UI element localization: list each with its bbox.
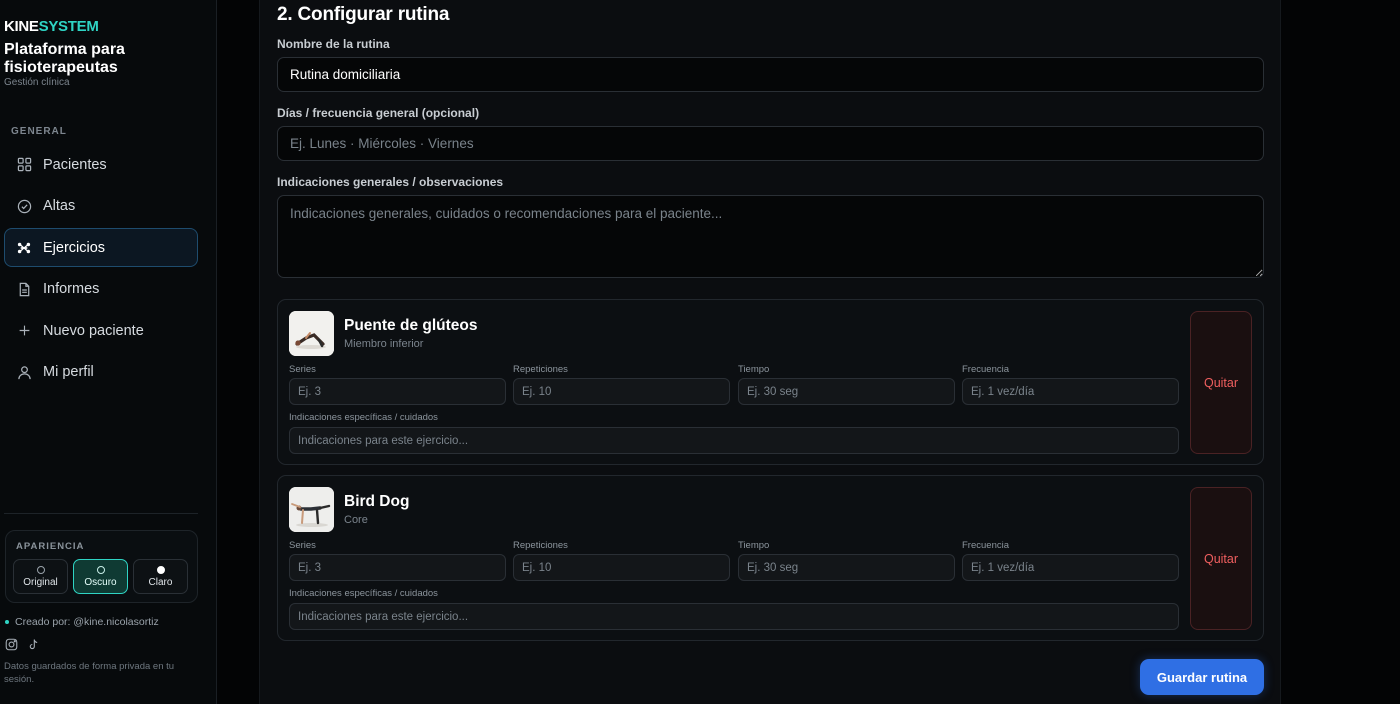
app-subtitle: Gestión clínica [4, 77, 70, 88]
series-label: Series [289, 364, 316, 375]
time-input[interactable] [738, 554, 955, 581]
exercise-card: Bird Dog Core Series Repeticiones Tiempo… [277, 475, 1264, 641]
reps-label: Repeticiones [513, 540, 568, 551]
app-title: Plataforma para fisioterapeutas [4, 41, 125, 76]
theme-option-label: Original [23, 576, 58, 588]
theme-option-label: Claro [148, 576, 173, 588]
frequency-input[interactable] [962, 378, 1179, 405]
user-icon [16, 364, 32, 380]
status-dot-icon [5, 620, 9, 624]
main-panel: 2. Configurar rutina Nombre de la rutina… [259, 0, 1281, 704]
brand-part-a: KINE [4, 18, 39, 35]
sidebar-nav: Pacientes Altas Ejercicios Informes Nuev… [4, 145, 198, 395]
sidebar-item-informes[interactable]: Informes [4, 270, 198, 309]
frequency-label: Frecuencia [962, 364, 1009, 375]
series-input[interactable] [289, 378, 506, 405]
page-title: 2. Configurar rutina [277, 4, 450, 25]
theme-dot-icon [36, 565, 45, 574]
theme-oscuro-button[interactable]: Oscuro [73, 559, 128, 594]
reps-label: Repeticiones [513, 364, 568, 375]
brand-part-b: SYSTEM [38, 18, 99, 35]
specific-notes-label: Indicaciones específicas / cuidados [289, 412, 438, 423]
exercise-category: Core [344, 514, 368, 526]
exercise-icon [16, 240, 32, 256]
time-label: Tiempo [738, 540, 770, 551]
notes-label: Indicaciones generales / observaciones [277, 175, 504, 189]
reps-input[interactable] [513, 378, 730, 405]
privacy-note: Datos guardados de forma privada en tu s… [4, 661, 175, 685]
exercise-category: Miembro inferior [344, 338, 424, 350]
notes-textarea[interactable] [277, 195, 1264, 278]
sidebar: KINESYSTEM Plataforma para fisioterapeut… [0, 0, 217, 704]
exercise-card: Puente de glúteos Miembro inferior Serie… [277, 299, 1264, 465]
series-input[interactable] [289, 554, 506, 581]
reps-input[interactable] [513, 554, 730, 581]
sidebar-item-label: Informes [43, 281, 100, 298]
frequency-label: Días / frecuencia general (opcional) [277, 106, 480, 120]
theme-switcher: Original Oscuro Claro [13, 559, 188, 594]
frequency-input[interactable] [277, 126, 1264, 161]
theme-option-label: Oscuro [84, 576, 117, 588]
credit-text: Creado por: @kine.nicolasortiz [15, 616, 159, 628]
sidebar-divider [4, 513, 198, 514]
time-label: Tiempo [738, 364, 770, 375]
sidebar-item-ejercicios[interactable]: Ejercicios [4, 228, 198, 268]
exercise-name: Bird Dog [344, 493, 410, 510]
sidebar-item-label: Nuevo paciente [43, 322, 144, 339]
sidebar-item-pacientes[interactable]: Pacientes [4, 145, 198, 184]
series-label: Series [289, 540, 316, 551]
social-links [5, 638, 40, 656]
routine-name-input[interactable] [277, 57, 1264, 92]
theme-original-button[interactable]: Original [13, 559, 68, 594]
appearance-label: APARIENCIA [16, 541, 85, 552]
remove-exercise-button[interactable]: Quitar [1190, 487, 1252, 630]
theme-dot-icon [156, 565, 165, 574]
credit-line: Creado por: @kine.nicolasortiz [5, 616, 159, 628]
check-circle-icon [16, 198, 32, 214]
document-icon [16, 281, 32, 297]
plus-icon [16, 323, 32, 339]
remove-exercise-button[interactable]: Quitar [1190, 311, 1252, 454]
exercise-thumbnail [289, 487, 334, 532]
sidebar-item-mi-perfil[interactable]: Mi perfil [4, 353, 198, 392]
sidebar-item-nuevo-paciente[interactable]: Nuevo paciente [4, 311, 198, 350]
sidebar-item-label: Pacientes [43, 156, 107, 173]
brand-logo[interactable]: KINESYSTEM [4, 18, 99, 35]
exercise-name: Puente de glúteos [344, 317, 478, 334]
theme-dot-icon [96, 565, 105, 574]
sidebar-item-label: Ejercicios [43, 239, 106, 256]
specific-notes-input[interactable] [289, 427, 1179, 454]
sidebar-item-altas[interactable]: Altas [4, 187, 198, 226]
save-routine-button[interactable]: Guardar rutina [1140, 659, 1264, 695]
sidebar-item-label: Mi perfil [43, 364, 94, 381]
appearance-panel: APARIENCIA Original Oscuro Claro [5, 530, 198, 603]
instagram-icon[interactable] [5, 638, 18, 656]
sidebar-item-label: Altas [43, 198, 76, 215]
theme-claro-button[interactable]: Claro [133, 559, 188, 594]
specific-notes-input[interactable] [289, 603, 1179, 630]
exercise-thumbnail [289, 311, 334, 356]
time-input[interactable] [738, 378, 955, 405]
nav-section-label: GENERAL [11, 126, 67, 137]
frequency-label: Frecuencia [962, 540, 1009, 551]
frequency-input[interactable] [962, 554, 1179, 581]
routine-name-label: Nombre de la rutina [277, 37, 390, 51]
specific-notes-label: Indicaciones específicas / cuidados [289, 588, 438, 599]
grid-icon [16, 157, 32, 173]
tiktok-icon[interactable] [27, 638, 40, 656]
